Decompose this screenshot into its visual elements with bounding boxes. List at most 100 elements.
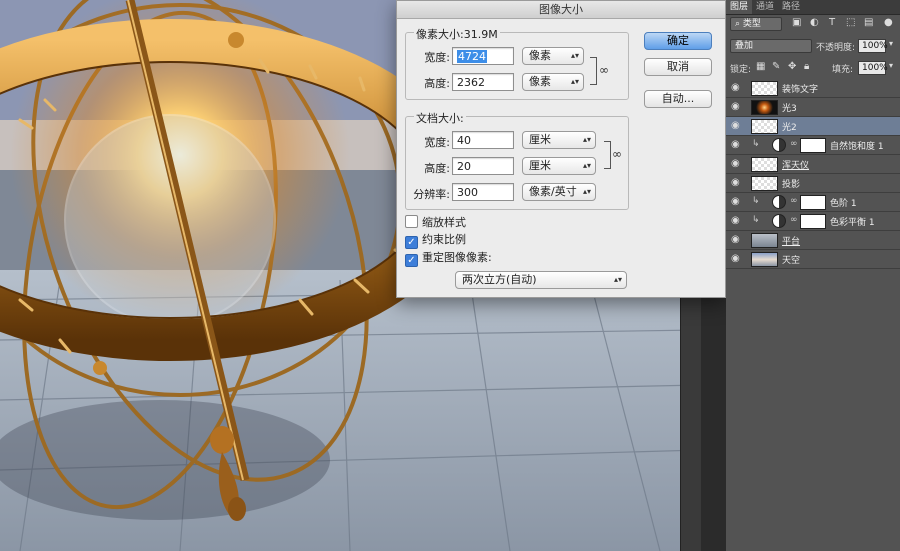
- link-icon: ∞: [790, 139, 798, 149]
- eye-icon[interactable]: ◉: [731, 253, 740, 264]
- eye-icon[interactable]: ◉: [731, 158, 740, 169]
- layer-name: 自然饱和度 1: [830, 142, 884, 152]
- cancel-button[interactable]: 取消: [644, 58, 712, 76]
- doc-width-input[interactable]: 40: [452, 131, 514, 149]
- layer-mask-thumbnail: [800, 195, 826, 210]
- eye-icon[interactable]: ◉: [731, 177, 740, 188]
- layer-name: 投影: [782, 180, 801, 190]
- layer-thumbnail: [751, 252, 778, 267]
- updown-arrow-icon: ▴▾: [582, 135, 591, 144]
- pixel-height-unit-select[interactable]: 像素 ▴▾: [522, 73, 584, 91]
- lock-position-icon[interactable]: ✥: [788, 61, 796, 72]
- lock-row: 锁定: ▦ ✎ ✥ 🔒︎ 填充: 100% ▾: [726, 59, 900, 77]
- layer-row[interactable]: ◉ ↳ ∞ 色阶 1: [726, 193, 900, 212]
- doc-height-value: 20: [457, 160, 471, 173]
- tab-channels[interactable]: 通道: [752, 0, 778, 14]
- image-size-dialog: 图像大小 像素大小:31.9M 宽度: 4724 像素 ▴▾ 高度: 2362 …: [396, 0, 726, 298]
- adjustment-layer-icon: [772, 138, 786, 152]
- layer-row[interactable]: ◉ 浑天仪: [726, 155, 900, 174]
- layer-thumbnail: [751, 119, 778, 134]
- blend-mode-value: 叠加: [735, 41, 754, 51]
- resample-method-select[interactable]: 两次立方(自动) ▴▾: [455, 271, 627, 289]
- layer-name: 平台: [782, 237, 801, 247]
- layer-row[interactable]: ◉ 平台: [726, 231, 900, 250]
- layer-row[interactable]: ◉ ↳ ∞ 自然饱和度 1: [726, 136, 900, 155]
- layer-name: 色彩平衡 1: [830, 218, 875, 228]
- eye-icon[interactable]: ◉: [731, 234, 740, 245]
- resample-method-value: 两次立方(自动): [462, 273, 537, 286]
- pixel-height-value: 2362: [457, 76, 485, 89]
- dropdown-arrow-icon[interactable]: ▾: [889, 61, 893, 70]
- auto-button[interactable]: 自动...: [644, 90, 712, 108]
- layer-name: 装饰文字: [782, 85, 819, 95]
- scale-styles-label: 缩放样式: [422, 216, 466, 229]
- scale-styles-checkbox[interactable]: 缩放样式: [405, 215, 466, 230]
- updown-arrow-icon: ▴▾: [582, 187, 591, 196]
- chain-link-icon: ∞: [612, 147, 622, 161]
- doc-height-input[interactable]: 20: [452, 157, 514, 175]
- fill-input[interactable]: 100%: [858, 61, 888, 75]
- blend-mode-select[interactable]: 叠加: [730, 39, 812, 53]
- layers-panel: 图层 通道 路径 ⌕ 类型 ▣ ◐ T ⬚ ▤ ● 叠加 不透明度: 100% ▾ …: [726, 0, 900, 551]
- filter-row: ⌕ 类型 ▣ ◐ T ⬚ ▤ ●: [726, 15, 900, 33]
- link-icon: ∞: [790, 215, 798, 225]
- constrain-proportions-checkbox[interactable]: ✓ 约束比例: [405, 233, 466, 249]
- layer-row[interactable]: ◉ ↳ ∞ 色彩平衡 1: [726, 212, 900, 231]
- resolution-unit: 像素/英寸: [529, 185, 577, 198]
- doc-width-unit: 厘米: [529, 133, 551, 146]
- layer-thumbnail: [751, 176, 778, 191]
- doc-width-label: 宽度:: [424, 136, 450, 149]
- layer-row[interactable]: ◉ 天空: [726, 250, 900, 269]
- chain-link-icon: ∞: [599, 63, 609, 77]
- eye-icon[interactable]: ◉: [731, 196, 740, 207]
- tab-layers[interactable]: 图层: [726, 0, 753, 14]
- pixel-dimensions-label: 像素大小:31.9M: [414, 26, 500, 42]
- ok-button[interactable]: 确定: [644, 32, 712, 50]
- layer-row[interactable]: ◉ 投影: [726, 174, 900, 193]
- updown-arrow-icon: ▴▾: [570, 77, 579, 86]
- document-size-label: 文档大小:: [414, 110, 466, 126]
- opacity-value: 100%: [862, 41, 888, 51]
- pixel-height-input[interactable]: 2362: [452, 73, 514, 91]
- pixel-width-unit-select[interactable]: 像素 ▴▾: [522, 47, 584, 65]
- eye-icon[interactable]: ◉: [731, 139, 740, 150]
- layer-name: 浑天仪: [782, 161, 810, 171]
- layer-name: 光2: [782, 123, 797, 133]
- doc-height-unit-select[interactable]: 厘米 ▴▾: [522, 157, 596, 175]
- dropdown-arrow-icon[interactable]: ▾: [889, 39, 893, 48]
- clip-arrow-icon: ↳: [752, 196, 760, 206]
- layer-name: 色阶 1: [830, 199, 857, 209]
- type-filter-icon[interactable]: T: [829, 17, 835, 28]
- shape-filter-icon[interactable]: ⬚: [846, 17, 855, 28]
- opacity-input[interactable]: 100%: [858, 39, 888, 53]
- pixel-width-value: 4724: [457, 50, 487, 63]
- pixel-filter-icon[interactable]: ▣: [792, 17, 801, 28]
- doc-constrain-bracket: [604, 141, 611, 169]
- pixel-width-unit: 像素: [529, 49, 551, 62]
- lock-transparent-icon[interactable]: ▦: [756, 61, 765, 72]
- resolution-input[interactable]: 300: [452, 183, 514, 201]
- pixel-width-input[interactable]: 4724: [452, 47, 514, 65]
- eye-icon[interactable]: ◉: [731, 82, 740, 93]
- eye-icon[interactable]: ◉: [731, 215, 740, 226]
- layer-row[interactable]: ◉ 光2: [726, 117, 900, 136]
- filter-kind-select[interactable]: ⌕ 类型: [730, 17, 782, 31]
- resample-checkbox[interactable]: ✓ 重定图像像素:: [405, 251, 492, 267]
- adjustment-filter-icon[interactable]: ◐: [810, 17, 819, 28]
- eye-icon[interactable]: ◉: [731, 101, 740, 112]
- pixel-dimensions-group: 像素大小:31.9M 宽度: 4724 像素 ▴▾ 高度: 2362 像素 ▴▾…: [405, 26, 629, 100]
- fill-label: 填充:: [832, 65, 854, 75]
- layer-row[interactable]: ◉ 光3: [726, 98, 900, 117]
- panel-tabs: 图层 通道 路径: [726, 0, 900, 15]
- tab-paths[interactable]: 路径: [778, 0, 804, 14]
- layer-row[interactable]: ◉ 装饰文字: [726, 79, 900, 98]
- resolution-unit-select[interactable]: 像素/英寸 ▴▾: [522, 183, 596, 201]
- doc-width-unit-select[interactable]: 厘米 ▴▾: [522, 131, 596, 149]
- smart-object-filter-icon[interactable]: ▤: [864, 17, 873, 28]
- updown-arrow-icon: ▴▾: [582, 161, 591, 170]
- lock-image-icon[interactable]: ✎: [772, 61, 780, 72]
- filter-toggle-icon[interactable]: ●: [884, 17, 893, 28]
- adjustment-layer-icon: [772, 195, 786, 209]
- lock-all-icon[interactable]: 🔒︎: [804, 61, 809, 72]
- eye-icon[interactable]: ◉: [731, 120, 740, 131]
